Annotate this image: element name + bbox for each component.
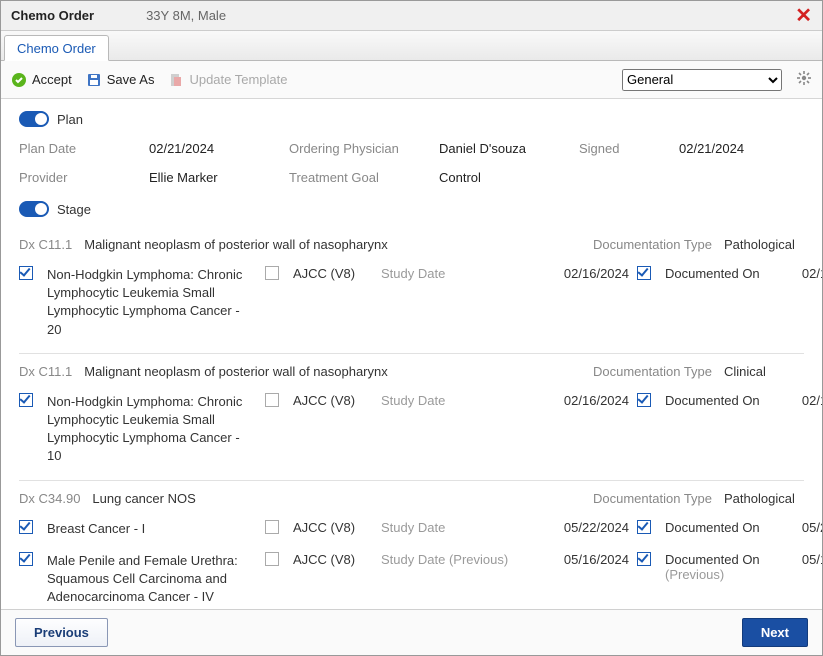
stage-row: Male Penile and Female Urethra: Squamous… [19,548,804,609]
dx-block: Dx C11.1 Malignant neoplasm of posterior … [19,354,804,481]
dx-header: Dx C11.1 Malignant neoplasm of posterior … [19,364,804,389]
ordering-physician-label: Ordering Physician [289,141,439,156]
close-icon[interactable]: ✕ [795,6,812,26]
dx-header: Dx C34.90 Lung cancer NOS Documentation Ty… [19,491,804,516]
dx-code: Dx C11.1 [19,237,72,252]
study-date-value: 05/22/2024 [549,520,629,535]
update-template-label: Update Template [189,72,287,87]
stage-name: Breast Cancer - I [47,520,257,538]
documented-checkbox[interactable] [637,266,651,280]
signed-label: Signed [579,141,659,156]
template-select[interactable]: General [622,69,782,91]
ajcc-version: AJCC (V8) [293,393,373,408]
dx-description: Malignant neoplasm of posterior wall of … [84,364,388,379]
content-area[interactable]: Plan Plan Date 02/21/2024 Ordering Physi… [1,99,822,609]
accept-button[interactable]: Accept [11,72,72,88]
treatment-goal-value: Control [439,170,579,185]
study-date-label: Study Date [381,393,541,408]
documented-on-value: 05/16/2024 [793,552,822,567]
dx-description: Lung cancer NOS [92,491,195,506]
check-circle-icon [11,72,27,88]
documented-on-label: Documented On(Previous) [665,552,785,582]
study-date-label: Study Date (Previous) [381,552,541,567]
accept-label: Accept [32,72,72,87]
study-date-value: 05/16/2024 [549,552,629,567]
footer: Previous Next [1,609,822,655]
signed-value: 02/21/2024 [659,141,804,156]
template-icon [168,72,184,88]
documented-checkbox[interactable] [637,552,651,566]
stage-name: Male Penile and Female Urethra: Squamous… [47,552,257,609]
ajcc-checkbox[interactable] [265,552,279,566]
stage-select-checkbox[interactable] [19,520,33,534]
dx-block: Dx C11.1 Malignant neoplasm of posterior … [19,227,804,354]
patient-demographics: 33Y 8M, Male [146,8,226,23]
treatment-goal-label: Treatment Goal [289,170,439,185]
documented-on-label: Documented On [665,520,785,535]
documentation-type-label: Documentation Type [593,364,712,379]
plan-section-header: Plan [19,105,804,137]
saveas-label: Save As [107,72,155,87]
stage-select-checkbox[interactable] [19,393,33,407]
next-button[interactable]: Next [742,618,808,647]
stage-name: Non-Hodgkin Lymphoma: Chronic Lymphocyti… [47,266,257,339]
stage-toggle[interactable] [19,201,49,217]
dx-block: Dx C34.90 Lung cancer NOS Documentation Ty… [19,481,804,610]
documented-checkbox[interactable] [637,393,651,407]
documented-on-value: 02/16/2024 [793,393,822,408]
documented-checkbox[interactable] [637,520,651,534]
ordering-physician-value: Daniel D'souza [439,141,579,156]
plan-label: Plan [57,112,83,127]
stage-select-checkbox[interactable] [19,266,33,280]
dx-code: Dx C11.1 [19,364,72,379]
dx-code: Dx C34.90 [19,491,80,506]
stage-row: Breast Cancer - I AJCC (V8) Study Date 05/2… [19,516,804,548]
documentation-type-value: Clinical [724,364,804,379]
dx-description: Malignant neoplasm of posterior wall of … [84,237,388,252]
documentation-type-value: Pathological [724,491,804,506]
stage-name: Non-Hodgkin Lymphoma: Chronic Lymphocyti… [47,393,257,466]
study-date-label: Study Date [381,266,541,281]
update-template-button[interactable]: Update Template [168,72,287,88]
previous-button[interactable]: Previous [15,618,108,647]
documented-on-value: 05/22/2024 [793,520,822,535]
study-date-value: 02/16/2024 [549,266,629,281]
plan-toggle[interactable] [19,111,49,127]
documented-on-value: 02/16/2024 [793,266,822,281]
documented-on-label: Documented On [665,393,785,408]
provider-value: Ellie Marker [149,170,289,185]
stage-section-header: Stage [19,195,804,227]
documentation-type-value: Pathological [724,237,804,252]
stage-select-checkbox[interactable] [19,552,33,566]
ajcc-version: AJCC (V8) [293,552,373,567]
tab-label: Chemo Order [17,41,96,56]
plan-info-grid: Plan Date 02/21/2024 Ordering Physician … [19,137,804,195]
stage-row: Non-Hodgkin Lymphoma: Chronic Lymphocyti… [19,389,804,476]
study-date-value: 02/16/2024 [549,393,629,408]
documented-on-label: Documented On [665,266,785,281]
ajcc-checkbox[interactable] [265,266,279,280]
plan-date-label: Plan Date [19,141,149,156]
documentation-type-label: Documentation Type [593,237,712,252]
plan-date-value: 02/21/2024 [149,141,289,156]
toolbar: Accept Save As Update Template General [1,61,822,99]
save-icon [86,72,102,88]
saveas-button[interactable]: Save As [86,72,155,88]
study-date-label: Study Date [381,520,541,535]
gear-icon[interactable] [796,70,812,89]
ajcc-version: AJCC (V8) [293,266,373,281]
ajcc-version: AJCC (V8) [293,520,373,535]
dx-header: Dx C11.1 Malignant neoplasm of posterior … [19,237,804,262]
title-bar: Chemo Order 33Y 8M, Male ✕ [1,1,822,31]
stage-label: Stage [57,202,91,217]
provider-label: Provider [19,170,149,185]
tab-chemo-order[interactable]: Chemo Order [4,35,109,61]
ajcc-checkbox[interactable] [265,393,279,407]
ajcc-checkbox[interactable] [265,520,279,534]
window-title: Chemo Order [11,8,94,23]
documentation-type-label: Documentation Type [593,491,712,506]
tab-strip: Chemo Order [1,31,822,61]
stage-row: Non-Hodgkin Lymphoma: Chronic Lymphocyti… [19,262,804,349]
